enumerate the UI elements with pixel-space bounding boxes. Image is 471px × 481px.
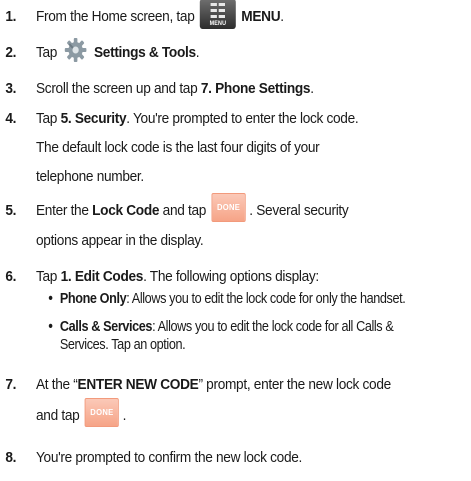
step-text: Enter the Lock Code and tap DONE. Several… <box>36 193 349 225</box>
step-text: Tap 1. Edit Codes. The following options… <box>36 268 319 285</box>
step-text-line: The default lock code is the last four d… <box>36 139 320 156</box>
done-button-image: DONE <box>211 193 246 223</box>
step-text-line: and tap DONE. <box>36 398 126 430</box>
security-label: 5. Security <box>60 110 127 127</box>
step-number: 4. <box>5 110 17 127</box>
gear-icon <box>65 37 87 62</box>
step-text: Scroll the screen up and tap 7. Phone Se… <box>36 80 314 97</box>
menu-icon: MENU <box>199 0 236 29</box>
edit-codes-label: 1. Edit Codes <box>60 268 144 285</box>
step-number: 3. <box>5 80 17 97</box>
done-button-image: DONE <box>84 398 120 428</box>
instructions-document: 1. From the Home screen, tap MENU MENU. 2.… <box>0 0 471 481</box>
step-text-line: options appear in the display. <box>36 232 204 249</box>
step-number: 6. <box>5 268 17 285</box>
step-number: 2. <box>5 44 17 61</box>
step-text: You're prompted to confirm the new lock … <box>36 449 303 466</box>
step-text: Tap 5. Security. You're prompted to ente… <box>36 110 359 127</box>
phone-settings-label: 7. Phone Settings <box>200 80 311 97</box>
step-number: 7. <box>5 376 17 393</box>
enter-new-code-label: ENTER NEW CODE <box>77 376 199 393</box>
step-text: From the Home screen, tap MENU MENU. <box>36 0 284 31</box>
option-text-line: Services. Tap an option. <box>59 337 186 353</box>
bullet: • <box>48 291 53 307</box>
step-number: 1. <box>5 8 17 25</box>
settings-tools-label: Settings & Tools <box>93 44 196 61</box>
step-number: 5. <box>5 202 17 219</box>
menu-label: MENU <box>241 8 281 25</box>
step-text: Tap Settings & Tools. <box>36 37 200 67</box>
option-text: Calls & Services: Allows you to edit the… <box>59 319 394 335</box>
lock-code-label: Lock Code <box>92 202 160 219</box>
step-text: At the “ENTER NEW CODE” prompt, enter th… <box>36 376 391 393</box>
step-number: 8. <box>5 449 17 466</box>
step-text-line: telephone number. <box>36 168 144 185</box>
bullet: • <box>48 319 53 335</box>
option-text: Phone Only: Allows you to edit the lock … <box>59 291 406 307</box>
